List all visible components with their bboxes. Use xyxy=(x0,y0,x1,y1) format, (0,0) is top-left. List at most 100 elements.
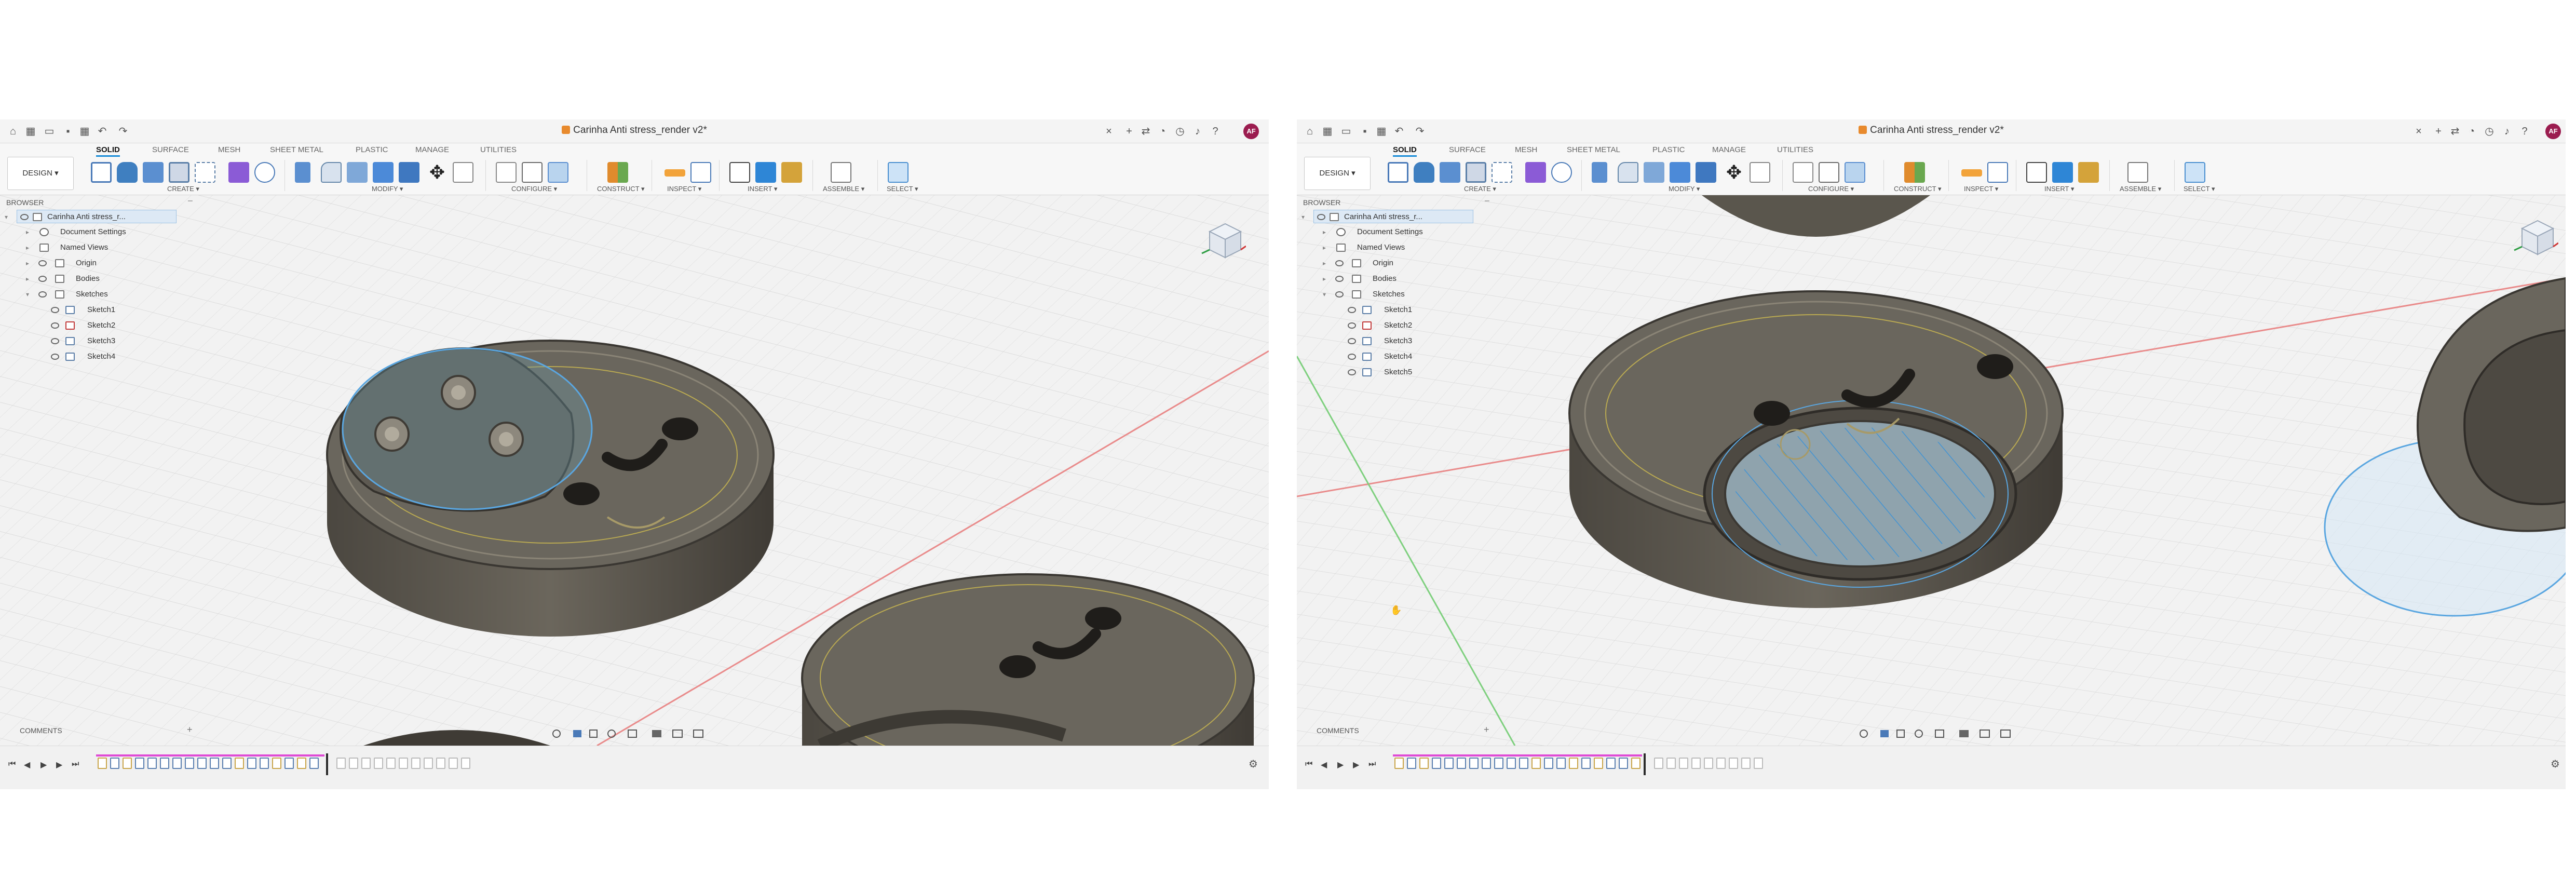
tree-item-document-settings[interactable]: ▸ Document Settings xyxy=(1323,225,1479,239)
group-inspect[interactable]: INSPECT ▾ xyxy=(1964,185,1998,193)
look-at-icon[interactable] xyxy=(1880,730,1889,737)
revolve-icon[interactable] xyxy=(169,162,189,183)
tab-plastic[interactable]: PLASTIC xyxy=(1652,145,1685,154)
timeline-feature[interactable] xyxy=(1531,758,1541,769)
tab-surface[interactable]: SURFACE xyxy=(1449,145,1486,154)
timeline-feature[interactable] xyxy=(1569,758,1578,769)
extensions-icon[interactable]: ⇄ xyxy=(1140,126,1151,137)
move-icon[interactable]: ✥ xyxy=(427,162,448,183)
extrude-icon[interactable] xyxy=(143,162,164,183)
insert-image-icon[interactable] xyxy=(2052,162,2073,183)
timeline-feature[interactable] xyxy=(1679,758,1688,769)
insert-mcmaster-icon[interactable] xyxy=(781,162,802,183)
timeline-feature[interactable] xyxy=(336,758,346,769)
clock-icon[interactable]: ◷ xyxy=(2484,126,2495,137)
group-assemble[interactable]: ASSEMBLE ▾ xyxy=(823,185,864,193)
insert-derive-icon[interactable] xyxy=(2026,162,2047,183)
parameters-icon[interactable] xyxy=(522,162,543,183)
chevron-right-icon[interactable]: ▸ xyxy=(1323,225,1326,239)
fork-icon[interactable] xyxy=(254,162,275,183)
chevron-down-icon[interactable]: ▾ xyxy=(5,210,8,224)
tab-manage[interactable]: MANAGE xyxy=(1712,145,1746,154)
measure-icon[interactable] xyxy=(1961,169,1982,177)
tab-sheet-metal[interactable]: SHEET METAL xyxy=(270,145,323,154)
interference-icon[interactable] xyxy=(1987,162,2008,183)
create-sketch-icon[interactable] xyxy=(91,162,112,183)
timeline-feature[interactable] xyxy=(1507,758,1516,769)
timeline-marker[interactable] xyxy=(1644,753,1646,775)
timeline-feature[interactable] xyxy=(1457,758,1466,769)
tab-surface[interactable]: SURFACE xyxy=(152,145,189,154)
collapse-icon[interactable]: – xyxy=(188,196,193,206)
tree-item-bodies[interactable]: ▸ Bodies xyxy=(26,272,182,286)
eye-icon[interactable] xyxy=(1348,322,1356,329)
chevron-down-icon[interactable]: ▾ xyxy=(1301,210,1305,224)
model-body-1[interactable] xyxy=(326,340,775,637)
eye-icon[interactable] xyxy=(38,291,47,298)
tree-item-document-settings[interactable]: ▸ Document Settings xyxy=(26,225,182,239)
group-configure[interactable]: CONFIGURE ▾ xyxy=(1808,185,1854,193)
timeline-feature[interactable] xyxy=(235,758,244,769)
fit-icon[interactable] xyxy=(1935,730,1944,738)
extrude-icon[interactable] xyxy=(1440,162,1460,183)
revolve-icon[interactable] xyxy=(1466,162,1486,183)
pan-icon[interactable] xyxy=(1896,730,1905,738)
plus-icon[interactable]: + xyxy=(1123,126,1135,137)
eye-icon[interactable] xyxy=(1348,307,1356,313)
look-at-icon[interactable] xyxy=(573,730,581,737)
timeline-feature[interactable] xyxy=(1754,758,1763,769)
configure-icon[interactable] xyxy=(548,162,568,183)
timeline-feature[interactable] xyxy=(272,758,281,769)
group-inspect[interactable]: INSPECT ▾ xyxy=(667,185,701,193)
measure-icon[interactable] xyxy=(665,169,685,177)
viewports-icon[interactable] xyxy=(2000,730,2011,738)
tree-item-sketches[interactable]: ▾ Sketches xyxy=(1323,288,1479,301)
tree-item-sketch5[interactable]: Sketch5 xyxy=(1348,366,1483,379)
tree-root[interactable]: ▾ Carinha Anti stress_r... xyxy=(1301,210,1473,223)
timeline-feature[interactable] xyxy=(123,758,132,769)
timeline-feature[interactable] xyxy=(222,758,232,769)
eye-icon[interactable] xyxy=(1335,291,1344,298)
timeline-feature[interactable] xyxy=(110,758,119,769)
offset-plane-icon[interactable] xyxy=(607,162,628,183)
select-icon[interactable] xyxy=(888,162,909,183)
timeline-feature[interactable] xyxy=(361,758,371,769)
timeline-feature[interactable] xyxy=(1581,758,1591,769)
insert-image-icon[interactable] xyxy=(755,162,776,183)
play-icon[interactable]: ▶ xyxy=(40,760,47,770)
chevron-right-icon[interactable]: ▸ xyxy=(1323,272,1326,286)
combine-body-icon[interactable] xyxy=(399,162,419,183)
eye-icon[interactable] xyxy=(51,338,59,344)
timeline-feature[interactable] xyxy=(386,758,396,769)
timeline-feature[interactable] xyxy=(1619,758,1628,769)
shell-icon[interactable] xyxy=(373,162,394,183)
grid-settings-icon[interactable] xyxy=(1980,730,1990,738)
tree-item-origin[interactable]: ▸ Origin xyxy=(1323,256,1479,270)
display-settings-icon[interactable] xyxy=(652,730,661,737)
select-icon[interactable] xyxy=(2185,162,2205,183)
timeline-feature[interactable] xyxy=(1407,758,1416,769)
timeline-feature[interactable] xyxy=(284,758,294,769)
timeline-feature[interactable] xyxy=(1666,758,1676,769)
tree-item-sketch2[interactable]: Sketch2 xyxy=(1348,319,1483,332)
job-status-icon[interactable]: ◔ xyxy=(2466,126,2477,137)
timeline-feature[interactable] xyxy=(1544,758,1553,769)
timeline-feature[interactable] xyxy=(1741,758,1751,769)
timeline-feature[interactable] xyxy=(1394,758,1404,769)
skip-start-icon[interactable]: ⏮ xyxy=(1305,760,1312,769)
create-form-icon[interactable] xyxy=(117,162,138,183)
chevron-down-icon[interactable]: ▾ xyxy=(1323,288,1326,301)
eye-icon[interactable] xyxy=(51,322,59,329)
tree-item-sketch4[interactable]: Sketch4 xyxy=(51,350,186,363)
group-configure[interactable]: CONFIGURE ▾ xyxy=(511,185,557,193)
timeline-feature[interactable] xyxy=(197,758,207,769)
gear-icon[interactable]: ⚙ xyxy=(2551,758,2560,771)
timeline-feature[interactable] xyxy=(1432,758,1441,769)
tab-utilities[interactable]: UTILITIES xyxy=(480,145,517,154)
group-select[interactable]: SELECT ▾ xyxy=(2184,185,2215,193)
timeline-feature[interactable] xyxy=(1606,758,1616,769)
configure-icon[interactable] xyxy=(1845,162,1865,183)
group-insert[interactable]: INSERT ▾ xyxy=(748,185,777,193)
chamfer-icon[interactable] xyxy=(1644,162,1664,183)
step-forward-icon[interactable]: ▶ xyxy=(1353,760,1359,770)
